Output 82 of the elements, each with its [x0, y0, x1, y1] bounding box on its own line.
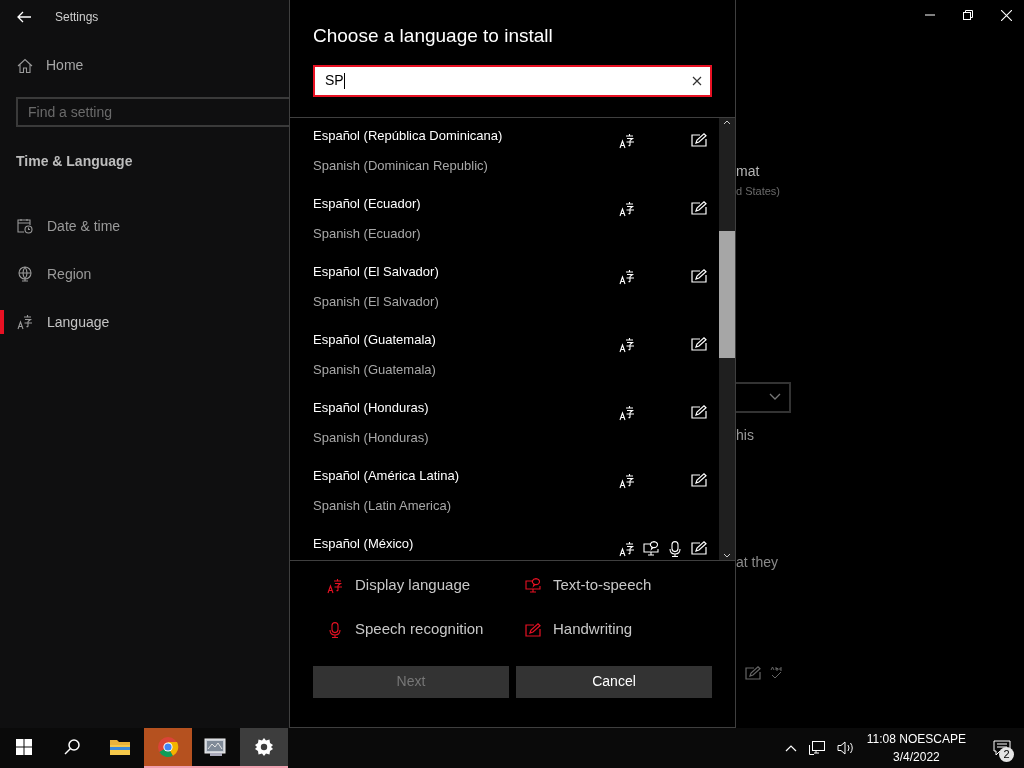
calendar-clock-icon: [17, 218, 33, 234]
spellcheck-icon: [769, 665, 783, 680]
scrollbar-thumb[interactable]: [719, 230, 735, 358]
clock-time: 11:08 NOESCAPE: [866, 731, 966, 748]
handwriting-icon: [691, 200, 707, 215]
background-text: his: [736, 425, 755, 445]
handwriting-icon: [745, 665, 761, 680]
text-to-speech-icon: [525, 578, 541, 593]
chevron-up-icon[interactable]: [784, 744, 797, 752]
handwriting-icon: [691, 268, 707, 283]
globe-icon: [17, 266, 33, 282]
clock[interactable]: 11:08 NOESCAPE 3/4/2022: [866, 728, 980, 768]
legend-label: Speech recognition: [355, 619, 484, 640]
text-to-speech-icon: [643, 540, 659, 556]
nav-item[interactable]: Region: [47, 263, 92, 285]
folder-icon[interactable]: [109, 738, 131, 756]
settings-icon[interactable]: [254, 737, 274, 757]
restore-icon[interactable]: [963, 10, 973, 20]
home-icon: [17, 57, 33, 74]
section-heading: Time & Language: [16, 152, 134, 171]
handwriting-icon: [525, 622, 541, 637]
display-language-icon: [619, 200, 635, 217]
legend-label: Handwriting: [553, 619, 633, 640]
display-language-icon: [619, 540, 635, 557]
language-english-name: Spanish (El Salvador): [313, 293, 440, 311]
notification-icon[interactable]: [993, 740, 1011, 756]
handwriting-icon: [691, 132, 707, 147]
search-input[interactable]: SP: [313, 64, 712, 97]
monitor-app-icon[interactable]: [204, 737, 228, 757]
language-icon: [17, 314, 33, 330]
network-icon[interactable]: [808, 741, 825, 755]
back-arrow-icon[interactable]: [17, 11, 31, 23]
notification-badge: 2: [999, 747, 1014, 762]
dialog-title: Choose a language to install: [313, 24, 554, 48]
microphone-icon: [669, 540, 681, 557]
dropdown-field[interactable]: [736, 381, 791, 413]
language-english-name: Spanish (Latin America): [313, 497, 452, 515]
dialog-button[interactable]: Cancel: [516, 665, 712, 698]
taskbar-button[interactable]: [240, 728, 288, 768]
microphone-icon: [329, 621, 341, 638]
window-title: Settings: [55, 9, 99, 26]
search-icon[interactable]: [63, 738, 81, 756]
clock-date: 3/4/2022: [893, 749, 940, 766]
browser-logo-icon[interactable]: [157, 736, 179, 758]
nav-item[interactable]: Date & time: [47, 215, 121, 237]
handwriting-icon: [691, 404, 707, 419]
language-english-name: Spanish (Honduras): [313, 429, 430, 447]
windows-start-icon[interactable]: [16, 739, 32, 755]
display-language-icon: [619, 404, 635, 421]
language-name[interactable]: Español (Honduras): [313, 397, 619, 417]
selection-indicator: [0, 310, 4, 334]
display-language-icon: [619, 268, 635, 285]
background-text: d States): [736, 184, 782, 199]
legend-label: Display language: [355, 575, 471, 596]
clear-icon[interactable]: [692, 75, 702, 86]
language-name[interactable]: Español (República Dominicana): [313, 125, 619, 145]
home-link[interactable]: Home: [46, 55, 84, 76]
search-field[interactable]: Find a setting: [16, 97, 289, 127]
display-language-icon: [619, 336, 635, 353]
language-english-name: Spanish (Dominican Republic): [313, 157, 489, 175]
handwriting-icon: [691, 472, 707, 487]
language-name[interactable]: Español (El Salvador): [313, 261, 619, 281]
handwriting-icon: [691, 336, 707, 351]
scrollbar[interactable]: [719, 117, 735, 560]
close-icon[interactable]: [1001, 10, 1012, 21]
display-language-icon: [327, 577, 343, 594]
language-name[interactable]: Español (Guatemala): [313, 329, 619, 349]
display-language-icon: [619, 132, 635, 149]
search-value: SP: [325, 71, 344, 90]
language-english-name: Spanish (Guatemala): [313, 361, 437, 379]
background-text: at they: [736, 552, 780, 572]
language-name[interactable]: Español (México): [313, 533, 619, 553]
volume-icon[interactable]: [836, 741, 855, 755]
language-english-name: Spanish (Ecuador): [313, 225, 422, 243]
language-name[interactable]: Español (Ecuador): [313, 193, 619, 213]
background-text: mat: [736, 162, 761, 181]
display-language-icon: [619, 472, 635, 489]
chevron-down-icon: [769, 393, 781, 401]
legend-label: Text-to-speech: [553, 575, 652, 596]
nav-item[interactable]: Language: [47, 311, 110, 333]
handwriting-icon: [691, 540, 707, 555]
language-name[interactable]: Español (América Latina): [313, 465, 619, 485]
